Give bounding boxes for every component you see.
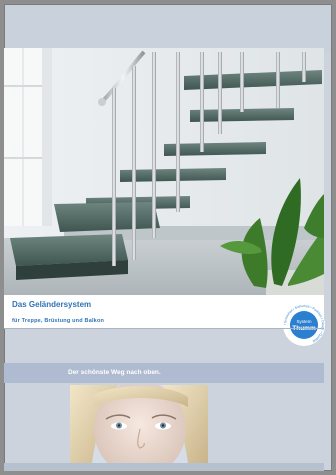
tagline-band: [4, 363, 324, 383]
brochure-title: Das Geländersystem: [12, 300, 92, 309]
tagline: Der schönste Weg nach oben.: [68, 369, 161, 376]
divider: [4, 328, 324, 329]
top-band: [5, 5, 331, 53]
staircase-photo: [4, 48, 324, 295]
bottom-strip: [4, 463, 324, 471]
brochure-subtitle: für Treppe, Brüstung und Balkon: [12, 318, 105, 324]
woman-face-photo: [70, 385, 208, 463]
system-thumm-badge: • Schönheit • Sicherheit • Funktion • De…: [282, 303, 326, 347]
badge-line1: System: [296, 319, 311, 324]
